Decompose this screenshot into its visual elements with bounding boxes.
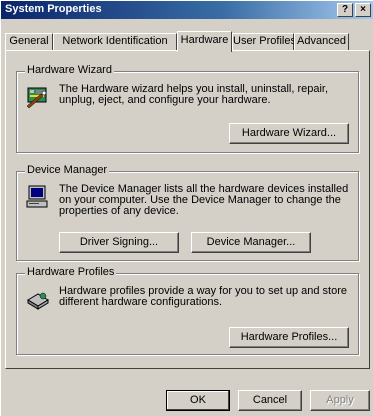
- computer-icon: [26, 185, 48, 208]
- device-manager-button[interactable]: Device Manager...: [191, 232, 311, 253]
- device-manager-group: Device Manager The Device Manager lists …: [16, 164, 359, 261]
- hardware-wizard-group: Hardware Wizard The Hardware wizard help…: [16, 64, 359, 153]
- tab-user-profiles[interactable]: User Profiles: [232, 33, 296, 50]
- apply-button[interactable]: Apply: [310, 390, 370, 411]
- close-button[interactable]: ×: [355, 3, 371, 17]
- hardware-wizard-icon: [26, 87, 47, 109]
- hardware-profiles-group: Hardware Profiles Hardware profiles prov…: [16, 266, 359, 355]
- help-button[interactable]: ?: [337, 3, 353, 17]
- hardware-tab-panel: Hardware Wizard The Hardware wizard help…: [5, 50, 370, 369]
- hardware-wizard-description: The Hardware wizard helps you install, u…: [59, 83, 329, 106]
- driver-signing-button[interactable]: Driver Signing...: [59, 232, 179, 253]
- hardware-profiles-button[interactable]: Hardware Profiles...: [229, 327, 349, 348]
- hardware-wizard-button[interactable]: Hardware Wizard...: [229, 123, 349, 144]
- hardware-wizard-title: Hardware Wizard: [25, 64, 114, 76]
- tab-network-identification[interactable]: Network Identification: [53, 33, 177, 50]
- title-bar[interactable]: System Properties ? ×: [1, 1, 373, 19]
- window-title: System Properties: [5, 3, 102, 15]
- tab-advanced[interactable]: Advanced: [294, 33, 349, 50]
- hardware-profiles-title: Hardware Profiles: [25, 266, 117, 278]
- device-manager-title: Device Manager: [25, 164, 110, 176]
- system-properties-window: System Properties ? × General Network Id…: [0, 0, 373, 416]
- ok-button[interactable]: OK: [166, 390, 230, 411]
- hardware-profiles-icon: [27, 292, 49, 310]
- cancel-button[interactable]: Cancel: [238, 390, 302, 411]
- tab-general[interactable]: General: [5, 33, 53, 50]
- tab-strip: General Network Identification Hardware …: [5, 31, 373, 52]
- tab-hardware[interactable]: Hardware: [177, 31, 232, 52]
- hardware-profiles-description: Hardware profiles provide a way for you …: [59, 285, 347, 308]
- device-manager-description: The Device Manager lists all the hardwar…: [59, 183, 349, 217]
